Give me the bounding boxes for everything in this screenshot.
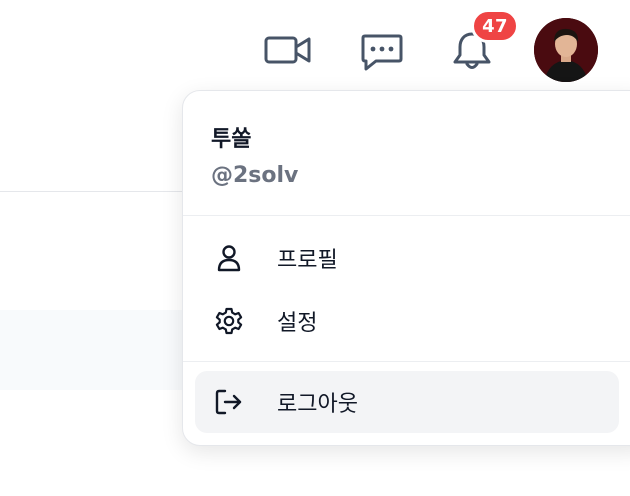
- menu-divider: [183, 361, 630, 362]
- menu-item-label: 프로필: [277, 248, 338, 273]
- user-icon: [199, 244, 259, 272]
- messages-button[interactable]: [358, 30, 406, 74]
- user-photo: [534, 18, 598, 82]
- menu-item-settings[interactable]: 설정: [195, 290, 619, 352]
- gear-icon: [199, 306, 259, 336]
- menu-item-label: 설정: [277, 311, 318, 336]
- page-divider: [0, 191, 190, 192]
- menu-divider: [183, 215, 630, 216]
- user-handle: @2solv: [211, 163, 299, 188]
- menu-item-logout[interactable]: 로그아웃: [195, 371, 619, 433]
- notification-badge: 47: [471, 9, 519, 43]
- chat-dots-icon: [361, 34, 403, 71]
- video-camera-icon: [264, 36, 311, 64]
- avatar[interactable]: [534, 18, 598, 82]
- menu-item-profile[interactable]: 프로필: [195, 227, 619, 289]
- menu-item-label: 로그아웃: [277, 392, 358, 417]
- profile-dropdown-menu: 투쏠 @2solv 프로필 설정 로그아웃: [182, 90, 630, 446]
- video-call-button[interactable]: [262, 30, 314, 70]
- user-display-name: 투쏠: [211, 127, 252, 152]
- page-background-band: [0, 310, 190, 390]
- logout-icon: [199, 388, 259, 416]
